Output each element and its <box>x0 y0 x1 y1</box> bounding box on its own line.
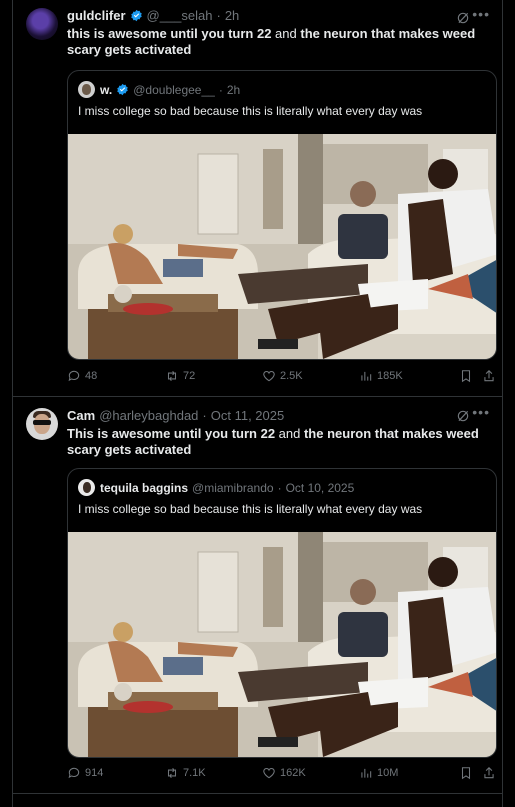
quote-avatar <box>78 81 95 98</box>
post-actions: 914 7.1K 162K 10M <box>67 766 497 784</box>
bookmark-button[interactable] <box>459 766 477 780</box>
reply-button[interactable]: 914 <box>67 766 103 780</box>
quote-avatar <box>78 479 95 496</box>
verified-icon <box>130 9 142 22</box>
timeline: guldclifer @___selah · 2h ••• this is aw… <box>12 0 503 807</box>
post-text-part: and <box>271 26 301 41</box>
views-button[interactable]: 10M <box>359 766 398 780</box>
quoted-post[interactable]: w. @doublegee__ · 2h I miss college so b… <box>67 70 497 360</box>
post-header: guldclifer @___selah · 2h <box>67 8 239 23</box>
bookmark-icon <box>461 767 471 780</box>
bookmark-button[interactable] <box>459 369 477 383</box>
quote-header: tequila baggins @miamibrando · Oct 10, 2… <box>78 479 354 496</box>
share-button[interactable] <box>482 369 500 383</box>
author-avatar[interactable] <box>26 8 58 40</box>
bookmark-icon <box>461 370 471 383</box>
author-name[interactable]: guldclifer <box>67 8 126 23</box>
quoted-post[interactable]: tequila baggins @miamibrando · Oct 10, 2… <box>67 468 497 758</box>
views-count: 10M <box>377 767 399 779</box>
quote-time: Oct 10, 2025 <box>285 480 355 495</box>
repost-button[interactable]: 7.1K <box>165 766 206 780</box>
share-button[interactable] <box>482 766 500 780</box>
reply-button[interactable]: 48 <box>67 369 97 383</box>
heart-icon <box>263 768 275 779</box>
post-text-part: and <box>275 426 304 441</box>
more-icon[interactable]: ••• <box>472 6 490 22</box>
more-icon[interactable]: ••• <box>472 404 490 420</box>
grok-icon[interactable] <box>456 11 470 25</box>
author-name[interactable]: Cam <box>67 408 95 423</box>
post-header: Cam @harleybaghdad · Oct 11, 2025 <box>67 408 284 423</box>
author-avatar[interactable] <box>26 408 58 440</box>
post-text-part: This is awesome until you turn 22 <box>67 426 276 441</box>
post-time[interactable]: Oct 11, 2025 <box>211 408 284 423</box>
quote-author-name: tequila baggins <box>100 480 189 495</box>
quote-author-handle: @doublegee__ <box>133 82 215 97</box>
reply-icon <box>68 767 80 779</box>
post-text-part: this is awesome until you turn 22 <box>67 26 272 41</box>
separator-dot: · <box>218 82 223 97</box>
reply-icon <box>68 370 80 382</box>
verified-icon <box>117 83 128 96</box>
repost-count: 7.1K <box>183 767 206 779</box>
like-count: 2.5K <box>280 370 303 382</box>
reply-count: 48 <box>85 370 98 382</box>
share-icon <box>484 370 494 382</box>
post-time[interactable]: 2h <box>225 8 239 23</box>
post-text: This is awesome until you turn 22 and th… <box>67 426 487 458</box>
views-icon <box>361 371 372 381</box>
views-button[interactable]: 185K <box>359 369 403 383</box>
separator-dot: · <box>216 8 221 23</box>
views-count: 185K <box>377 370 403 382</box>
separator-dot: · <box>277 480 282 495</box>
like-count: 162K <box>280 767 306 779</box>
post-actions: 48 72 2.5K 185K <box>67 369 497 387</box>
repost-icon <box>167 370 177 382</box>
quote-author-name: w. <box>100 82 113 97</box>
heart-icon <box>263 371 275 382</box>
post-1[interactable]: guldclifer @___selah · 2h ••• this is aw… <box>13 0 502 397</box>
reply-count: 914 <box>85 767 104 779</box>
author-handle[interactable]: @harleybaghdad <box>99 408 198 423</box>
like-button[interactable]: 162K <box>262 766 306 780</box>
grok-icon[interactable] <box>456 409 470 423</box>
quote-video-image[interactable] <box>68 532 497 758</box>
quote-text: I miss college so bad because this is li… <box>78 502 423 516</box>
repost-count: 72 <box>183 370 196 382</box>
quote-video-image[interactable] <box>68 134 497 360</box>
quote-text: I miss college so bad because this is li… <box>78 104 423 118</box>
views-icon <box>361 768 372 778</box>
repost-button[interactable]: 72 <box>165 369 195 383</box>
post-text: this is awesome until you turn 22 and th… <box>67 26 487 58</box>
post-2[interactable]: Cam @harleybaghdad · Oct 11, 2025 ••• Th… <box>13 398 502 794</box>
author-handle[interactable]: @___selah <box>147 8 213 23</box>
share-icon <box>484 767 494 779</box>
quote-header: w. @doublegee__ · 2h <box>78 81 240 98</box>
like-button[interactable]: 2.5K <box>262 369 303 383</box>
separator-dot: · <box>202 408 207 423</box>
quote-author-handle: @miamibrando <box>192 480 274 495</box>
repost-icon <box>167 767 177 779</box>
quote-time: 2h <box>226 82 241 97</box>
